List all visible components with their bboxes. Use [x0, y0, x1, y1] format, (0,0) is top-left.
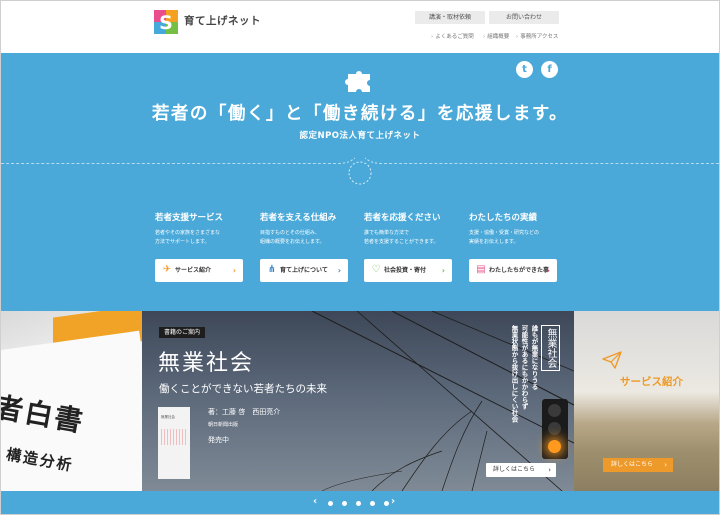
donate-button[interactable]: ♡ 社会投資・寄付 ›: [364, 259, 452, 282]
chevron-right-icon: ›: [546, 266, 550, 275]
arrow-icon: ›: [431, 34, 434, 40]
chevron-right-icon: ›: [337, 266, 341, 275]
column-title: 若者支援サービス: [155, 213, 224, 223]
about-button[interactable]: ⋔ 育て上げについて ›: [260, 259, 348, 282]
column-title: 若者を応援ください: [364, 213, 441, 223]
vertical-line: 誰もが無業になりうる: [530, 325, 538, 390]
page-frame: S 育て上げネット 講演・取材依頼 お問い合わせ › よくあるご質問 › 組織概要 …: [0, 0, 720, 515]
paper-plane-icon: [602, 351, 622, 369]
chevron-right-icon: ›: [664, 461, 667, 469]
services-slide-title: サービス紹介: [620, 376, 683, 388]
hero-tagline: 若者の「働く」と「働き続ける」を応援します。: [151, 104, 569, 124]
lecture-request-button[interactable]: 講演・取材依頼: [415, 11, 485, 24]
chevron-right-icon: ›: [232, 266, 236, 275]
lamp-amber: [548, 440, 561, 453]
divider: [379, 163, 719, 164]
column-support: 若者を応援ください 誰でも簡単な方法で 若者を支援することができます。: [364, 211, 452, 247]
book-icon: ▤: [476, 264, 486, 275]
twitter-icon[interactable]: t: [516, 61, 533, 78]
prev-arrow-icon[interactable]: ‹: [313, 496, 317, 507]
vertical-line: 無業状態から抜け出しにくい社会: [510, 325, 518, 423]
slide-services[interactable]: サービス紹介 詳しくはこちら ›: [574, 311, 719, 491]
svg-text:S: S: [159, 12, 173, 34]
column-achievements: わたしたちの実績 支援・協働・受賞・研究などの 実績をお伝えします。: [469, 211, 557, 247]
pager-dot[interactable]: [370, 501, 375, 506]
vertical-title: 無業社会: [541, 325, 560, 371]
chevron-right-icon: ›: [548, 466, 551, 474]
vertical-copy: 無業社会 誰もが無業になりうる 可能性があるにもかかわらず 無業状態から抜け出し…: [470, 325, 560, 435]
paper-plane-icon: ✈: [162, 264, 172, 275]
services-button[interactable]: ✈ サービス紹介 ›: [155, 259, 243, 282]
arrow-icon: ›: [483, 34, 486, 40]
book-publisher: 朝日新聞出版: [208, 422, 239, 428]
heart-icon: ♡: [371, 264, 381, 275]
puzzle-icon: [345, 71, 370, 92]
hero-subtagline: 認定NPO法人育て上げネット: [299, 131, 421, 141]
column-desc: 支援・協働・受賞・研究などの 実績をお伝えします。: [469, 230, 540, 245]
divider: [1, 163, 341, 164]
subnav-organization[interactable]: › 組織概要: [483, 32, 509, 40]
column-desc: 若者やその家族をさまざまな 方法でサポートします。: [155, 230, 221, 245]
slide-badge: 書籍のご案内: [159, 327, 206, 338]
hero-section: t f 若者の「働く」と「働き続ける」を応援します。 認定NPO法人育て上げネッ…: [1, 53, 719, 311]
subnav-access[interactable]: › 事務所アクセス: [516, 32, 558, 40]
pager-dot[interactable]: [356, 501, 361, 506]
facebook-icon[interactable]: f: [541, 61, 558, 78]
achievements-button[interactable]: ▤ わたしたちができた事 ›: [469, 259, 557, 282]
book-title: 無業社会: [158, 351, 255, 376]
pager-dot[interactable]: [342, 501, 347, 506]
book-sale-status: 発売中: [208, 436, 229, 444]
logo-text[interactable]: 育て上げネット: [184, 13, 261, 28]
column-mechanism: 若者を支える仕組み 目指すものとその仕組み、 組織の概要をお伝えします。: [260, 211, 348, 247]
chevron-right-icon: ›: [441, 266, 445, 275]
hook-icon: [342, 157, 378, 185]
book-cover-image: 無業社会: [158, 407, 190, 479]
book-subtitle: 働くことができない若者たちの未来: [159, 383, 327, 395]
column-desc: 誰でも簡単な方法で 若者を支援することができます。: [364, 230, 439, 245]
column-services: 若者支援サービス 若者やその家族をさまざまな 方法でサポートします。: [155, 211, 243, 247]
slide-book[interactable]: 書籍のご案内 無業社会 働くことができない若者たちの未来 無業社会 著：工藤 啓…: [142, 311, 574, 491]
site-header: S 育て上げネット 講演・取材依頼 お問い合わせ › よくあるご質問 › 組織概要 …: [1, 1, 719, 53]
carousel-pager: ‹ ›: [1, 491, 719, 514]
contact-button[interactable]: お問い合わせ: [489, 11, 559, 24]
column-title: わたしたちの実績: [469, 213, 538, 223]
book-authors: 著：工藤 啓 西田亮介: [208, 408, 281, 416]
network-icon: ⋔: [267, 264, 277, 275]
carousel[interactable]: 者白書 構造分析 書籍のご案内 無業社会 働くことができない若者たちの未来 無業…: [1, 311, 719, 491]
next-arrow-icon[interactable]: ›: [391, 496, 395, 507]
pager-dot[interactable]: [328, 501, 333, 506]
book-detail-button[interactable]: 詳しくはこちら ›: [486, 463, 556, 477]
logo-icon[interactable]: S: [154, 10, 178, 34]
cover-pattern: [161, 429, 187, 445]
vertical-line: 可能性があるにもかかわらず: [520, 325, 528, 410]
slide-white-paper[interactable]: 者白書 構造分析: [1, 311, 142, 491]
column-title: 若者を支える仕組み: [260, 213, 337, 223]
column-desc: 目指すものとその仕組み、 組織の概要をお伝えします。: [260, 230, 325, 245]
services-detail-button[interactable]: 詳しくはこちら ›: [603, 458, 673, 472]
subnav-faq[interactable]: › よくあるご質問: [431, 32, 474, 40]
pager-dot[interactable]: [384, 501, 389, 506]
arrow-icon: ›: [516, 34, 519, 40]
